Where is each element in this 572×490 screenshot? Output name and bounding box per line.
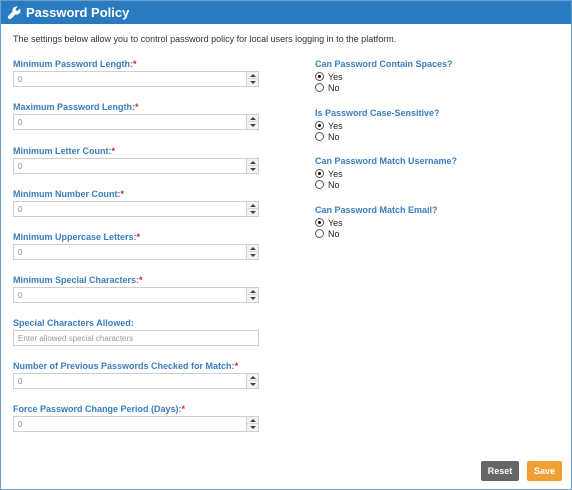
radio-question: Can Password Match Email? [315,205,438,215]
stepper-up-icon[interactable] [247,288,258,295]
field-label: Minimum Special Characters:* [13,275,143,285]
stepper-down-icon[interactable] [247,79,258,86]
field-label: Minimum Number Count:* [13,189,125,199]
radio-button[interactable] [315,229,324,238]
min-special-characters-field: Minimum Special Characters:* [13,275,259,303]
min-number-count-field: Minimum Number Count:* [13,189,259,217]
panel-header: Password Policy [1,1,571,24]
previous-passwords-input[interactable] [13,373,259,389]
max-password-length-input[interactable] [13,114,259,130]
required-marker: * [133,59,137,69]
radio-question: Can Password Contain Spaces? [315,59,453,69]
stepper-up-icon[interactable] [247,417,258,424]
radio-question: Is Password Case-Sensitive? [315,108,440,118]
radio-button[interactable] [315,121,324,130]
stepper-up-icon[interactable] [247,159,258,166]
radio-option-no[interactable]: No [315,131,440,142]
min-uppercase-letters-input[interactable] [13,244,259,260]
match-username-group: Can Password Match Username? Yes No [315,156,457,190]
force-password-change-field: Force Password Change Period (Days):* [13,404,259,432]
field-label: Special Characters Allowed: [13,318,134,328]
min-letter-count-input[interactable] [13,158,259,174]
number-stepper[interactable] [246,374,258,388]
required-marker: * [181,404,186,414]
radio-button[interactable] [315,72,324,81]
field-label: Minimum Uppercase Letters:* [13,232,141,242]
password-policy-panel: Password Policy The settings below allow… [0,0,572,490]
number-stepper[interactable] [246,115,258,129]
stepper-down-icon[interactable] [247,209,258,216]
min-special-characters-input[interactable] [13,287,259,303]
min-number-count-input[interactable] [13,201,259,217]
number-stepper[interactable] [246,417,258,431]
radio-question: Can Password Match Username? [315,156,458,166]
max-password-length-field: Maximum Password Length:* [13,102,259,130]
required-marker: * [111,146,116,156]
radio-option-no[interactable]: No [315,228,438,239]
radio-option-yes[interactable]: Yes [315,168,457,179]
radio-button[interactable] [315,218,324,227]
stepper-down-icon[interactable] [247,295,258,302]
stepper-up-icon[interactable] [247,374,258,381]
number-stepper[interactable] [246,245,258,259]
min-password-length-field: Minimum Password Length:* [13,59,259,87]
radio-option-yes[interactable]: Yes [315,71,453,82]
save-button[interactable]: Save [527,461,562,481]
radio-button[interactable] [315,83,324,92]
match-email-group: Can Password Match Email? Yes No [315,205,438,239]
page-title: Password Policy [26,5,130,20]
force-password-change-input[interactable] [13,416,259,432]
stepper-down-icon[interactable] [247,166,258,173]
radio-button[interactable] [315,180,324,189]
stepper-up-icon[interactable] [247,115,258,122]
min-password-length-input[interactable] [13,71,259,87]
min-letter-count-field: Minimum Letter Count:* [13,146,259,174]
case-sensitive-group: Is Password Case-Sensitive? Yes No [315,108,440,142]
stepper-up-icon[interactable] [247,245,258,252]
radio-option-yes[interactable]: Yes [315,120,440,131]
field-label: Number of Previous Passwords Checked for… [13,361,239,371]
stepper-down-icon[interactable] [247,381,258,388]
special-characters-input[interactable] [13,330,259,346]
number-stepper[interactable] [246,72,258,86]
stepper-down-icon[interactable] [247,424,258,431]
required-marker: * [136,232,141,242]
wrench-icon [7,6,21,19]
special-characters-allowed-field: Special Characters Allowed: [13,318,259,346]
stepper-down-icon[interactable] [247,252,258,259]
field-label: Force Password Change Period (Days):* [13,404,186,414]
reset-button[interactable]: Reset [481,461,519,481]
radio-option-no[interactable]: No [315,82,453,93]
required-marker: * [234,361,239,371]
stepper-up-icon[interactable] [247,72,258,79]
required-marker: * [120,189,125,199]
stepper-up-icon[interactable] [247,202,258,209]
number-stepper[interactable] [246,202,258,216]
radio-button[interactable] [315,132,324,141]
required-marker: * [135,102,139,112]
radio-option-no[interactable]: No [315,179,457,190]
field-label: Minimum Letter Count:* [13,146,116,156]
intro-text: The settings below allow you to control … [13,34,397,44]
radio-button[interactable] [315,169,324,178]
number-stepper[interactable] [246,288,258,302]
required-marker: * [139,275,143,285]
previous-passwords-field: Number of Previous Passwords Checked for… [13,361,259,389]
min-uppercase-letters-field: Minimum Uppercase Letters:* [13,232,259,260]
number-stepper[interactable] [246,159,258,173]
contain-spaces-group: Can Password Contain Spaces? Yes No [315,59,453,93]
stepper-down-icon[interactable] [247,122,258,129]
field-label: Maximum Password Length:* [13,102,139,112]
field-label: Minimum Password Length:* [13,59,137,69]
radio-option-yes[interactable]: Yes [315,217,438,228]
